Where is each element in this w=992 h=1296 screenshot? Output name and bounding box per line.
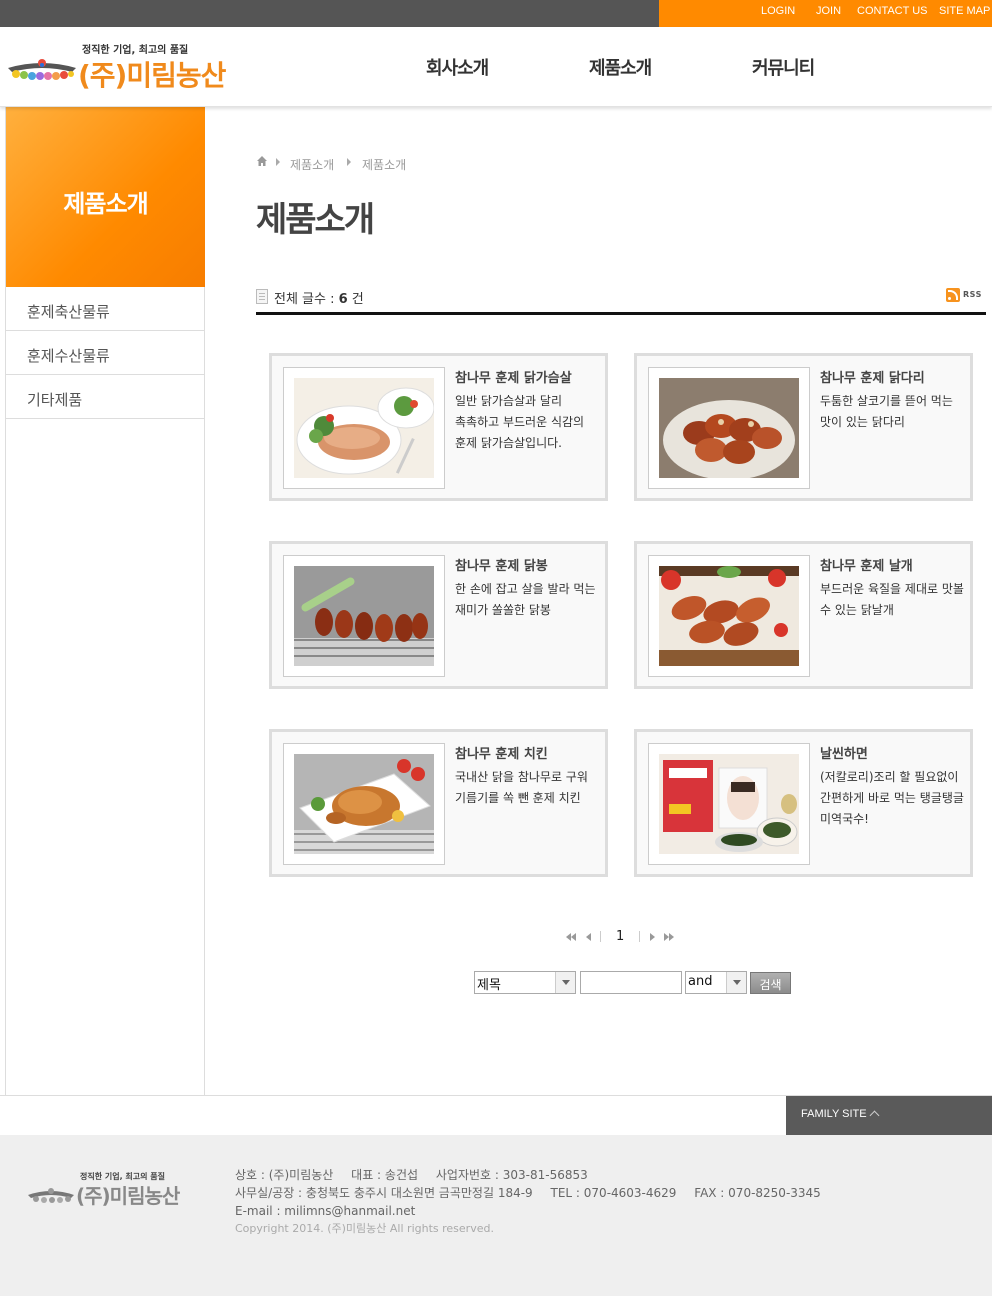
site-map-link[interactable]: SITE MAP <box>939 5 990 17</box>
logo-name: (주)미림농산 <box>78 59 226 92</box>
product-title[interactable]: 참나무 훈제 닭봉 <box>455 555 600 574</box>
last-page-icon[interactable] <box>664 928 678 946</box>
search-keyword-input[interactable] <box>580 971 682 994</box>
sidebar-title: 제품소개 <box>63 190 148 218</box>
breadcrumb-separator-icon <box>276 158 280 166</box>
header: 정직한 기업, 최고의 품질 (주)미림농산 회사소개 제품소개 커뮤니티 <box>0 27 992 107</box>
sidebar: 제품소개 훈제축산물류 훈제수산물류 기타제품 <box>5 107 205 1095</box>
pager-divider <box>639 931 640 942</box>
logo-emblem-icon <box>8 59 76 80</box>
product-description: 한 손에 잡고 살을 발라 먹는 재미가 쏠쏠한 닭봉 <box>455 582 596 617</box>
footer: 정직한 기업, 최고의 품질 (주)미림농산 상호 : (주)미림농산 대표 :… <box>0 1135 992 1296</box>
search-operator-select[interactable]: and <box>685 971 747 994</box>
board-header: 전체 글수 : 6 건 RSS <box>256 287 986 315</box>
next-page-icon[interactable] <box>648 928 658 946</box>
sidebar-menu: 훈제축산물류 훈제수산물류 기타제품 <box>6 287 205 419</box>
product-card[interactable]: 참나무 훈제 닭다리 두툼한 살코기를 뜯어 먹는 맛이 있는 닭다리 <box>634 353 973 501</box>
product-title[interactable]: 참나무 훈제 치킨 <box>455 743 600 762</box>
rss-label: RSS <box>963 290 982 299</box>
search-operator-selected: and <box>688 974 713 989</box>
contact-us-link[interactable]: CONTACT US <box>857 5 928 17</box>
total-count-unit: 건 <box>347 292 364 307</box>
family-site-toggle[interactable]: FAMILY SITE <box>786 1096 992 1135</box>
smoked-wing-photo <box>659 566 799 666</box>
company-tel: TEL : 070-4603-4629 <box>550 1186 677 1200</box>
product-description: 일반 닭가슴살과 달리 촉촉하고 부드러운 식감의 훈제 닭가슴살입니다. <box>455 394 585 450</box>
smoked-chicken-leg-photo <box>659 378 799 478</box>
prev-page-icon[interactable] <box>584 928 594 946</box>
product-title[interactable]: 날씬하면 <box>820 743 965 762</box>
seaweed-noodle-package-photo <box>659 754 799 854</box>
business-number: 사업자번호 : 303-81-56853 <box>435 1168 588 1182</box>
footer-logo: 정직한 기업, 최고의 품질 (주)미림농산 <box>26 1171 196 1211</box>
pagination: 1 <box>560 928 690 948</box>
product-description: 부드러운 육질을 제대로 맛볼 수 있는 닭날개 <box>820 582 964 617</box>
chevron-down-icon[interactable] <box>726 972 746 993</box>
join-link[interactable]: JOIN <box>816 5 841 17</box>
product-description: (저칼로리)조리 할 필요없이 간편하게 바로 먹는 탱글탱글 미역국수! <box>820 770 964 826</box>
nav-company[interactable]: 회사소개 <box>426 54 489 80</box>
breadcrumb-item[interactable]: 제품소개 <box>362 156 406 173</box>
product-title[interactable]: 참나무 훈제 닭가슴살 <box>455 367 600 386</box>
product-thumbnail[interactable] <box>283 555 445 677</box>
search-button[interactable]: 검색 <box>750 972 791 994</box>
sidebar-item-smoked-seafood[interactable]: 훈제수산물류 <box>6 331 205 375</box>
product-description: 두툼한 살코기를 뜯어 먹는 맛이 있는 닭다리 <box>820 394 953 429</box>
smoked-drumette-photo <box>294 566 434 666</box>
document-icon <box>256 289 268 304</box>
company-address: 사무실/공장 : 충청북도 충주시 대소원면 금곡만정길 184-9 <box>235 1186 533 1200</box>
product-title[interactable]: 참나무 훈제 닭다리 <box>820 367 965 386</box>
product-thumbnail[interactable] <box>648 743 810 865</box>
total-count-value: 6 <box>338 292 348 307</box>
product-card[interactable]: 참나무 훈제 날개 부드러운 육질을 제대로 맛볼 수 있는 닭날개 <box>634 541 973 689</box>
nav-products[interactable]: 제품소개 <box>589 54 652 80</box>
page-title: 제품소개 <box>256 200 375 240</box>
company-logo[interactable]: 정직한 기업, 최고의 품질 (주)미림농산 <box>6 40 246 92</box>
total-count-label: 전체 글수 : 6 건 <box>274 288 364 307</box>
rss-link[interactable]: RSS <box>946 287 986 303</box>
footer-logo-name: (주)미림농산 <box>76 1184 180 1208</box>
product-title[interactable]: 참나무 훈제 날개 <box>820 555 965 574</box>
search-field-select[interactable]: 제목 <box>474 971 576 994</box>
footer-logo-emblem-icon <box>28 1188 74 1203</box>
product-thumbnail[interactable] <box>283 743 445 865</box>
company-fax: FAX : 070-8250-3345 <box>694 1186 821 1200</box>
smoked-chicken-breast-photo <box>294 378 434 478</box>
product-card[interactable]: 참나무 훈제 치킨 국내산 닭을 참나무로 구워 기름기를 쏙 뺀 훈제 치킨 <box>269 729 608 877</box>
smoked-whole-chicken-photo <box>294 754 434 854</box>
home-icon[interactable] <box>256 155 268 167</box>
chevron-down-icon[interactable] <box>555 972 575 993</box>
company-ceo: 대표 : 송건섭 <box>351 1168 419 1182</box>
sidebar-title-banner: 제품소개 <box>6 107 205 287</box>
pager-divider <box>600 931 601 942</box>
product-thumbnail[interactable] <box>283 367 445 489</box>
nav-community[interactable]: 커뮤니티 <box>752 54 815 80</box>
board-search: 제목 and 검색 <box>474 971 794 995</box>
product-thumbnail[interactable] <box>648 367 810 489</box>
product-card[interactable]: 참나무 훈제 닭가슴살 일반 닭가슴살과 달리 촉촉하고 부드러운 식감의 훈제… <box>269 353 608 501</box>
first-page-icon[interactable] <box>566 928 580 946</box>
total-count-prefix: 전체 글수 : <box>274 292 339 307</box>
top-bar: LOGIN JOIN CONTACT US SITE MAP <box>0 0 992 27</box>
product-thumbnail[interactable] <box>648 555 810 677</box>
family-site-label: FAMILY SITE <box>801 1108 867 1120</box>
page-number-current[interactable]: 1 <box>616 929 624 944</box>
sidebar-item-smoked-meat[interactable]: 훈제축산물류 <box>6 287 205 331</box>
company-name: 상호 : (주)미림농산 <box>235 1168 334 1182</box>
company-info: 상호 : (주)미림농산 대표 : 송건섭 사업자번호 : 303-81-568… <box>235 1166 821 1238</box>
top-utility-links: LOGIN JOIN CONTACT US SITE MAP <box>659 0 992 27</box>
login-link[interactable]: LOGIN <box>761 5 795 17</box>
chevron-up-icon <box>869 1110 880 1121</box>
rss-icon <box>946 288 960 302</box>
copyright: Copyright 2014. (주)미림농산 All rights reser… <box>235 1222 494 1235</box>
product-card[interactable]: 날씬하면 (저칼로리)조리 할 필요없이 간편하게 바로 먹는 탱글탱글 미역국… <box>634 729 973 877</box>
sidebar-item-other-products[interactable]: 기타제품 <box>6 375 205 419</box>
company-email: E-mail : milimns@hanmail.net <box>235 1204 416 1218</box>
product-card[interactable]: 참나무 훈제 닭봉 한 손에 잡고 살을 발라 먹는 재미가 쏠쏠한 닭봉 <box>269 541 608 689</box>
product-description: 국내산 닭을 참나무로 구워 기름기를 쏙 뺀 훈제 치킨 <box>455 770 588 805</box>
breadcrumb-separator-icon <box>347 158 351 166</box>
breadcrumb-item[interactable]: 제품소개 <box>290 156 334 173</box>
search-field-selected: 제목 <box>477 978 501 993</box>
